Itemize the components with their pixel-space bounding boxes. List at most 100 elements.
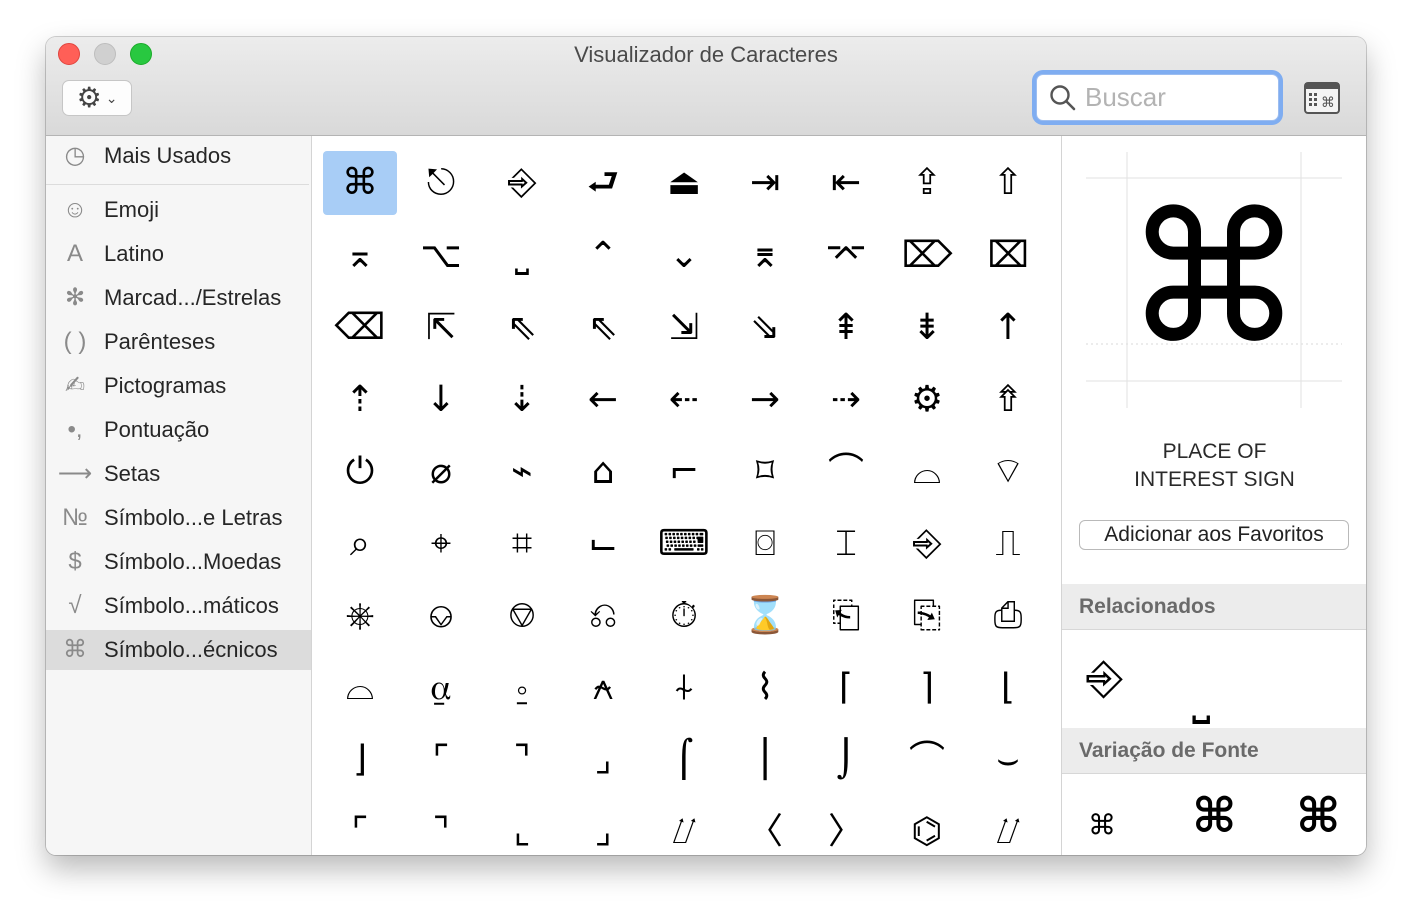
character-cell[interactable]: ⇧	[971, 151, 1045, 215]
character-cell[interactable]: ⏻	[323, 440, 397, 504]
character-cell[interactable]: ⍛	[485, 656, 559, 720]
character-cell[interactable]: ⎪	[728, 728, 802, 792]
character-cell[interactable]: ⌝	[404, 800, 478, 855]
character-cell[interactable]: ⌣	[971, 728, 1045, 792]
character-cell[interactable]: ⌈	[809, 656, 883, 720]
action-menu-button[interactable]: ⚙ ⌄	[62, 80, 132, 116]
character-cell[interactable]: ⎵	[485, 224, 559, 288]
character-cell[interactable]: ⍶	[404, 656, 478, 720]
sidebar-item[interactable]: •, Pontuação	[46, 410, 311, 450]
character-cell[interactable]: ⇪	[890, 151, 964, 215]
search-input[interactable]	[1085, 81, 1270, 113]
character-cell[interactable]: ⇤	[809, 151, 883, 215]
sidebar-item[interactable]: $ Símbolo...Moedas	[46, 542, 311, 582]
character-cell[interactable]: ⎘	[890, 584, 964, 648]
related-glyph[interactable]: ⎵	[1192, 674, 1210, 720]
character-cell[interactable]: 〉	[809, 800, 883, 855]
sidebar-item[interactable]: ✻ Marcad.../Estrelas	[46, 278, 311, 318]
character-cell[interactable]: ⇖	[485, 296, 559, 360]
character-cell[interactable]: ⇣	[485, 368, 559, 432]
character-cell[interactable]: ⎈	[323, 584, 397, 648]
related-glyph[interactable]: ⎆	[1086, 654, 1123, 700]
character-cell[interactable]: ⌫	[323, 296, 397, 360]
character-cell[interactable]: ⌉	[890, 656, 964, 720]
character-cell[interactable]: ↓	[404, 368, 478, 432]
character-cell[interactable]: ⌆	[728, 224, 802, 288]
character-cell[interactable]: ⌼	[728, 512, 802, 576]
character-cell[interactable]: ⌠	[647, 728, 721, 792]
character-cell[interactable]: ⌬	[890, 800, 964, 855]
sidebar-item[interactable]: ☺ Emoji	[46, 190, 311, 230]
character-cell[interactable]: ⌜	[323, 800, 397, 855]
character-cell[interactable]: ⌔	[971, 440, 1045, 504]
character-cell[interactable]: ⌐	[647, 440, 721, 504]
character-cell[interactable]: ⌕	[323, 512, 397, 576]
character-cell[interactable]: ⌟	[566, 800, 640, 855]
character-cell[interactable]: ↑	[971, 296, 1045, 360]
character-cell[interactable]: ⌞	[485, 800, 559, 855]
character-cell[interactable]: →	[728, 368, 802, 432]
character-cell[interactable]: ⌒	[809, 440, 883, 504]
add-to-favorites-button[interactable]: Adicionar aos Favoritos	[1079, 520, 1349, 550]
character-cell[interactable]: ⇠	[647, 368, 721, 432]
sidebar-item[interactable]: √ Símbolo...máticos	[46, 586, 311, 626]
character-cell[interactable]: 〈	[728, 800, 802, 855]
character-cell[interactable]: ⌄	[647, 224, 721, 288]
character-cell[interactable]: ⎋	[404, 151, 478, 215]
character-cell[interactable]: ⌛	[728, 584, 802, 648]
character-cell[interactable]: ⌊	[971, 656, 1045, 720]
character-cell[interactable]: ⌑	[728, 440, 802, 504]
character-cell[interactable]: ⏏	[647, 151, 721, 215]
character-cell[interactable]: ⇥	[728, 151, 802, 215]
sidebar-item[interactable]: ( ) Parênteses	[46, 322, 311, 362]
character-cell[interactable]: ⌀	[404, 440, 478, 504]
character-cell[interactable]: ⌓	[890, 440, 964, 504]
character-cell[interactable]: ⎊	[485, 584, 559, 648]
character-cell[interactable]: ⌒	[890, 728, 964, 792]
character-cell[interactable]: ⎆	[485, 151, 559, 215]
character-cell[interactable]: ⌘	[323, 151, 397, 215]
character-cell[interactable]: ⇲	[647, 296, 721, 360]
sidebar-item[interactable]: ⌘ Símbolo...écnicos	[46, 630, 311, 670]
character-cell[interactable]: ⌥	[404, 224, 478, 288]
sidebar-item[interactable]: ✍ Pictogramas	[46, 366, 311, 406]
character-cell[interactable]: ←	[566, 368, 640, 432]
character-cell[interactable]: ⇘	[728, 296, 802, 360]
character-cell[interactable]: ⌇	[728, 656, 802, 720]
character-cell[interactable]: ⌃	[566, 224, 640, 288]
character-cell[interactable]: ⌧	[971, 224, 1045, 288]
character-cell[interactable]: ⌡	[809, 728, 883, 792]
character-cell[interactable]: ⌤	[809, 224, 883, 288]
sidebar-item[interactable]: ◷ Mais Usados	[46, 136, 311, 176]
character-cell[interactable]: ⌨	[647, 512, 721, 576]
character-cell[interactable]: ⇞	[809, 296, 883, 360]
character-cell[interactable]: ⌰	[647, 800, 721, 855]
character-cell[interactable]: ⌝	[485, 728, 559, 792]
sidebar-item[interactable]: ⟶ Setas	[46, 454, 311, 494]
character-cell[interactable]: ⇟	[890, 296, 964, 360]
character-cell[interactable]: ⌦	[890, 224, 964, 288]
character-cell[interactable]: ⍲	[566, 656, 640, 720]
font-variation-glyph[interactable]: ⌘	[1090, 806, 1114, 846]
search-field[interactable]	[1036, 74, 1279, 121]
character-cell[interactable]: ⇱	[404, 296, 478, 360]
character-cell[interactable]: ⇮	[971, 368, 1045, 432]
character-cell[interactable]: ⌗	[485, 512, 559, 576]
character-cell[interactable]: ⮐	[566, 151, 640, 215]
character-cell[interactable]: ⎙	[971, 584, 1045, 648]
sidebar-item[interactable]: A Latino	[46, 234, 311, 274]
character-cell[interactable]: ⌂	[566, 440, 640, 504]
sidebar-item[interactable]: № Símbolo...e Letras	[46, 498, 311, 538]
character-cell[interactable]: ⌖	[404, 512, 478, 576]
character-cell[interactable]: ⇢	[809, 368, 883, 432]
character-cell[interactable]: ⎗	[809, 584, 883, 648]
character-cell[interactable]: ⌓	[323, 656, 397, 720]
character-cell[interactable]: ⌟	[566, 728, 640, 792]
character-cell[interactable]: ⌰	[971, 800, 1045, 855]
character-cell[interactable]: ⎍	[971, 512, 1045, 576]
character-cell[interactable]: ⎉	[404, 584, 478, 648]
keyboard-viewer-icon[interactable]: ⌘	[1304, 82, 1340, 114]
font-variation-glyph[interactable]: ⌘	[1192, 792, 1237, 840]
character-cell[interactable]: ⎌	[566, 584, 640, 648]
character-cell[interactable]: ⇡	[323, 368, 397, 432]
